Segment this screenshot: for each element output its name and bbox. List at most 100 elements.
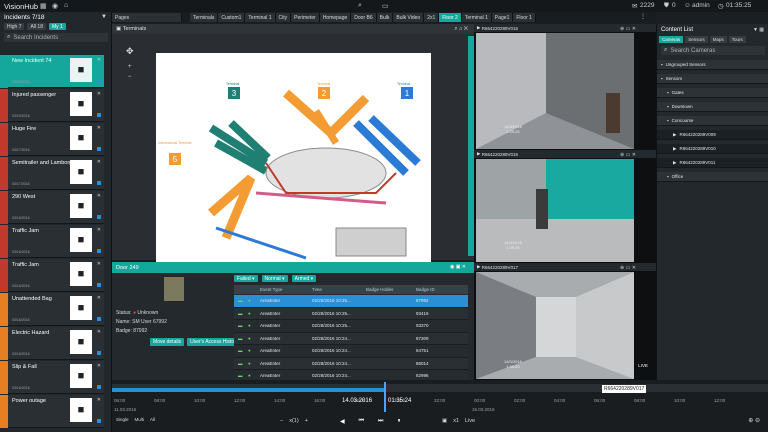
user-icon[interactable]: ☺ bbox=[684, 2, 691, 9]
assign-user-icon[interactable] bbox=[97, 385, 101, 389]
table-row[interactable]: ▬ ● AreaEnter 02/28/2016 10:25... 87992 bbox=[234, 295, 468, 308]
tab-floor-1[interactable]: Floor 1 bbox=[513, 13, 536, 22]
tab-bulk-video[interactable]: Bulk Video bbox=[393, 13, 425, 22]
move-details-button[interactable]: Move details bbox=[150, 338, 185, 346]
message-icon[interactable]: ✉ bbox=[632, 2, 637, 10]
mode-multi[interactable]: Multi bbox=[135, 417, 145, 422]
mode-single[interactable]: Single bbox=[116, 417, 129, 422]
tab-terminals[interactable]: Terminals bbox=[190, 13, 219, 22]
close-icon[interactable]: ✕ bbox=[97, 397, 101, 403]
incident-item[interactable]: Power outage ■ ✕ bbox=[8, 395, 104, 428]
filter-high[interactable]: High 7 bbox=[4, 23, 25, 30]
assign-user-icon[interactable] bbox=[97, 181, 101, 185]
zoom-out-icon[interactable]: − bbox=[128, 74, 132, 80]
camera-search[interactable]: ⌕ Search Cameras bbox=[661, 46, 765, 55]
camera-tile-3[interactable]: ▶ R664220289V017 14/3/2016 1:35:25 LIVE bbox=[474, 263, 656, 380]
close-icon[interactable]: ✕ bbox=[97, 261, 101, 267]
camera-tools-icons[interactable]: ⊕ ▭ ✕ bbox=[620, 26, 636, 32]
camera-icon[interactable]: ▬ bbox=[238, 298, 243, 303]
col-time[interactable]: Time bbox=[312, 287, 322, 292]
camera-item[interactable]: ▶ R664220289V009 bbox=[657, 130, 768, 140]
speed-down-button[interactable]: − bbox=[280, 418, 283, 424]
assign-user-icon[interactable] bbox=[97, 79, 101, 83]
tabs-more-icon[interactable]: ⋮ bbox=[640, 13, 646, 20]
camera-tile-2[interactable]: ▶ R664220289V016 14/3/2016 1:35:25 bbox=[474, 150, 656, 263]
skip-back-icon[interactable]: ⏮ bbox=[359, 418, 364, 425]
assign-user-icon[interactable] bbox=[97, 113, 101, 117]
assign-user-icon[interactable] bbox=[97, 283, 101, 287]
tab-door-b6[interactable]: Door B6 bbox=[351, 13, 377, 22]
incident-item[interactable]: Traffic Jam 03/16/2016 ■ ✕ bbox=[8, 225, 104, 258]
camera-tools-icons[interactable]: ⊕ ▭ ✕ bbox=[620, 152, 636, 158]
camera-item[interactable]: ▶ R664220289V010 bbox=[657, 144, 768, 154]
tab-perimeter[interactable]: Perimeter bbox=[291, 13, 320, 22]
map-toolbar-icons[interactable]: ⌕ ⌂ ✕ bbox=[454, 26, 468, 33]
pause-icon[interactable]: ⏸ bbox=[397, 418, 400, 425]
close-icon[interactable]: ✕ bbox=[97, 329, 101, 335]
camera-icon[interactable]: ▬ bbox=[238, 361, 243, 366]
shield-icon[interactable]: ⛊ bbox=[664, 2, 669, 10]
pan-control-icon[interactable]: ✥ bbox=[126, 46, 134, 57]
close-icon[interactable]: ✕ bbox=[97, 91, 101, 97]
speed-up-button[interactable]: + bbox=[305, 418, 308, 424]
record-icon[interactable]: ◉ bbox=[52, 2, 58, 10]
terminal-3-badge[interactable]: 3 bbox=[228, 87, 240, 99]
table-row[interactable]: ▬ ● AreaEnter 02/28/2016 10:25... 93370 bbox=[234, 320, 468, 333]
assign-user-icon[interactable] bbox=[97, 215, 101, 219]
tab-cameras[interactable]: Cameras bbox=[659, 36, 684, 43]
tab-page1[interactable]: Page1 bbox=[491, 13, 514, 22]
incident-item[interactable]: Electric Hazard 03/16/2016 ■ ✕ bbox=[8, 327, 104, 360]
door-toolbar-icons[interactable]: ◉ ▣ ✕ bbox=[450, 264, 466, 270]
assign-user-icon[interactable] bbox=[97, 249, 101, 253]
table-row[interactable]: ▬ ● AreaEnter 02/28/2016 10:25... 93416 bbox=[234, 307, 468, 320]
terminal-2-badge[interactable]: 2 bbox=[318, 87, 330, 99]
tab-city[interactable]: City bbox=[275, 13, 292, 22]
incident-item[interactable]: Huge Fire 03/17/2016 ■ ✕ bbox=[8, 123, 104, 156]
search-icon[interactable]: ⌕ bbox=[358, 2, 362, 10]
incident-search-input[interactable]: Search Incidents bbox=[13, 35, 58, 41]
camera-tile-1[interactable]: ▶ R664220289V015 14/3/2016 1:35:25 bbox=[474, 24, 656, 150]
filter-my[interactable]: My 1 bbox=[48, 23, 66, 30]
table-row[interactable]: ▬ ● AreaEnter 02/28/2016 10:24... 84751 bbox=[234, 345, 468, 358]
grid-icon[interactable]: ▦ bbox=[40, 2, 47, 10]
incident-item[interactable]: New Incident 74 03/28/2016 ■ ✕ bbox=[8, 55, 104, 88]
col-badge-holder[interactable]: Badge Holder bbox=[366, 287, 394, 292]
camera-icon[interactable]: ▬ bbox=[238, 323, 243, 328]
filter-normal[interactable]: Normal ▾ bbox=[261, 275, 288, 282]
camera-icon[interactable]: ▬ bbox=[238, 373, 243, 378]
tree-group[interactable]: ▪ Ungrouped Sensors bbox=[657, 60, 768, 70]
tree-group[interactable]: ▪ Concourse bbox=[657, 116, 768, 126]
camera-icon[interactable]: ▬ bbox=[238, 336, 243, 341]
camera-search-input[interactable]: Search Cameras bbox=[670, 48, 715, 54]
close-icon[interactable]: ✕ bbox=[97, 57, 101, 63]
tab-floor-2[interactable]: Floor 2 bbox=[439, 13, 462, 22]
camera-icon[interactable]: ▬ bbox=[238, 348, 243, 353]
airport-map[interactable] bbox=[156, 53, 431, 268]
incident-item[interactable]: Unattended Bag 03/16/2016 ■ ✕ bbox=[8, 293, 104, 326]
user-name[interactable]: admin bbox=[692, 2, 710, 9]
filter-failed[interactable]: Failed ▾ bbox=[234, 275, 258, 282]
monitor-icon[interactable]: ▭ bbox=[382, 2, 389, 10]
camera-icon[interactable]: ▬ bbox=[238, 311, 243, 316]
tab-terminal-1[interactable]: Terminal 1 bbox=[245, 13, 276, 22]
tree-group[interactable]: ▪ Gates bbox=[657, 88, 768, 98]
incident-item[interactable]: Slip & Fall 03/16/2016 ■ ✕ bbox=[8, 361, 104, 394]
timeline-cursor[interactable] bbox=[384, 382, 386, 412]
close-icon[interactable]: ✕ bbox=[97, 363, 101, 369]
zoom-in-icon[interactable]: + bbox=[128, 64, 132, 70]
tab-tours[interactable]: Tours bbox=[728, 36, 746, 43]
live-button[interactable]: Live bbox=[465, 418, 475, 424]
camera-item[interactable]: ▶ R664220289V011 bbox=[657, 158, 768, 168]
filter-icon[interactable]: ▼ bbox=[101, 14, 107, 20]
speed-right[interactable]: x1 bbox=[453, 418, 459, 424]
tab-maps[interactable]: Maps bbox=[709, 36, 727, 43]
close-icon[interactable]: ✕ bbox=[97, 193, 101, 199]
assign-user-icon[interactable] bbox=[97, 351, 101, 355]
tab-terminal-1[interactable]: Terminal 1 bbox=[461, 13, 492, 22]
filter-all[interactable]: All 18 bbox=[27, 23, 46, 30]
play-reverse-icon[interactable]: ◀ bbox=[340, 418, 345, 425]
close-icon[interactable]: ✕ bbox=[97, 227, 101, 233]
timeline-zoom-icons[interactable]: ⊕ ⊖ bbox=[748, 417, 760, 424]
tab-homepage[interactable]: Homepage bbox=[319, 13, 352, 22]
close-icon[interactable]: ✕ bbox=[97, 159, 101, 165]
